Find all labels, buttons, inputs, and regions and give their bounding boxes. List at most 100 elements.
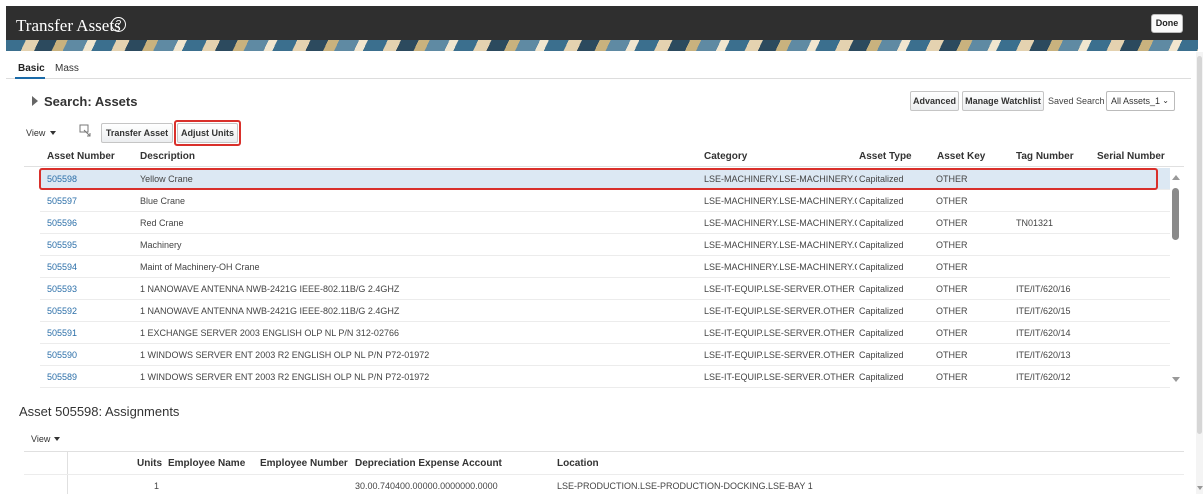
asset-key: OTHER <box>936 350 968 360</box>
asset-description: Machinery <box>140 240 182 250</box>
header-banner <box>6 40 1198 51</box>
saved-search-label: Saved Search <box>1048 96 1105 106</box>
tag-number: ITE/IT/620/13 <box>1016 350 1071 360</box>
tag-number: TN01321 <box>1016 218 1054 228</box>
asset-category: LSE-MACHINERY.LSE-MACHINERY.OTHER <box>704 262 857 272</box>
table-row[interactable]: 505592 1 NANOWAVE ANTENNA NWB-2421G IEEE… <box>40 300 1170 322</box>
table-row[interactable]: 505596 Red Crane LSE-MACHINERY.LSE-MACHI… <box>40 212 1170 234</box>
asset-description: 1 EXCHANGE SERVER 2003 ENGLISH OLP NL P/… <box>140 328 399 338</box>
adjust-units-highlight <box>174 120 241 146</box>
asset-number-link[interactable]: 505591 <box>47 322 77 344</box>
asset-category: LSE-MACHINERY.LSE-MACHINERY.OTHER <box>704 240 857 250</box>
asset-key: OTHER <box>936 240 968 250</box>
assignment-units: 1 <box>154 481 160 491</box>
column-header-depreciation-expense-account[interactable]: Depreciation Expense Account <box>355 458 502 469</box>
caret-down-icon[interactable] <box>54 437 60 441</box>
manage-watchlist-button[interactable]: Manage Watchlist <box>962 91 1044 111</box>
expand-caret-icon[interactable] <box>32 96 38 106</box>
page-scrollbar-thumb[interactable] <box>1197 56 1202 434</box>
asset-type: Capitalized <box>859 306 904 316</box>
tab-selected-indicator <box>15 77 45 79</box>
tab-basic[interactable]: Basic <box>18 63 45 74</box>
detach-icon[interactable] <box>79 124 92 137</box>
asset-type: Capitalized <box>859 350 904 360</box>
table-header-divider <box>24 474 1184 475</box>
asset-category: LSE-IT-EQUIP.LSE-SERVER.OTHER <box>704 372 855 382</box>
column-header-description[interactable]: Description <box>140 151 195 162</box>
caret-down-icon[interactable] <box>50 131 56 135</box>
asset-description: Maint of Machinery-OH Crane <box>140 262 260 272</box>
scrollbar-thumb[interactable] <box>1172 188 1179 240</box>
table-row[interactable]: 505589 1 WINDOWS SERVER ENT 2003 R2 ENGL… <box>40 366 1170 388</box>
asset-number-link[interactable]: 505595 <box>47 234 77 256</box>
asset-description: 1 WINDOWS SERVER ENT 2003 R2 ENGLISH OLP… <box>140 372 430 382</box>
asset-number-link[interactable]: 505592 <box>47 300 77 322</box>
asset-type: Capitalized <box>859 196 904 206</box>
column-divider <box>67 451 68 494</box>
column-header-tag-number[interactable]: Tag Number <box>1016 151 1074 162</box>
table-row[interactable]: 505593 1 NANOWAVE ANTENNA NWB-2421G IEEE… <box>40 278 1170 300</box>
help-circle-icon[interactable]: ? <box>111 17 126 32</box>
asset-type: Capitalized <box>859 372 904 382</box>
asset-category: LSE-MACHINERY.LSE-MACHINERY.OTHER <box>704 196 857 206</box>
asset-category: LSE-IT-EQUIP.LSE-SERVER.OTHER <box>704 350 855 360</box>
table-row[interactable]: 505595 Machinery LSE-MACHINERY.LSE-MACHI… <box>40 234 1170 256</box>
asset-type: Capitalized <box>859 218 904 228</box>
done-button[interactable]: Done <box>1151 14 1183 33</box>
asset-type: Capitalized <box>859 284 904 294</box>
asset-number-link[interactable]: 505590 <box>47 344 77 366</box>
tab-mass[interactable]: Mass <box>55 63 79 74</box>
view-menu[interactable]: View <box>26 128 45 138</box>
advanced-button[interactable]: Advanced <box>910 91 959 111</box>
table-row[interactable]: 505597 Blue Crane LSE-MACHINERY.LSE-MACH… <box>40 190 1170 212</box>
column-header-asset-number[interactable]: Asset Number <box>47 151 115 162</box>
asset-description: 1 WINDOWS SERVER ENT 2003 R2 ENGLISH OLP… <box>140 350 430 360</box>
asset-number-link[interactable]: 505589 <box>47 366 77 388</box>
assignments-view-menu[interactable]: View <box>31 434 50 444</box>
saved-search-select[interactable]: All Assets_1 ⌄ <box>1106 91 1175 111</box>
assets-table-body: 505598 Yellow Crane LSE-MACHINERY.LSE-MA… <box>40 168 1170 388</box>
column-header-employee-name[interactable]: Employee Name <box>168 458 245 469</box>
column-header-location[interactable]: Location <box>557 458 599 469</box>
page-scroll-down-arrow-icon[interactable] <box>1197 486 1203 490</box>
chevron-down-icon: ⌄ <box>1162 96 1169 105</box>
asset-number-link[interactable]: 505596 <box>47 212 77 234</box>
transfer-asset-button[interactable]: Transfer Asset <box>101 123 173 143</box>
asset-number-link[interactable]: 505593 <box>47 278 77 300</box>
tag-number: ITE/IT/620/12 <box>1016 372 1071 382</box>
asset-category: LSE-IT-EQUIP.LSE-SERVER.OTHER <box>704 328 855 338</box>
asset-key: OTHER <box>936 262 968 272</box>
asset-description: 1 NANOWAVE ANTENNA NWB-2421G IEEE-802.11… <box>140 284 400 294</box>
asset-type: Capitalized <box>859 262 904 272</box>
scroll-down-arrow-icon[interactable] <box>1172 377 1180 382</box>
table-row[interactable]: 505591 1 EXCHANGE SERVER 2003 ENGLISH OL… <box>40 322 1170 344</box>
assignments-title: Asset 505598: Assignments <box>19 404 180 419</box>
asset-key: OTHER <box>936 218 968 228</box>
asset-number-link[interactable]: 505594 <box>47 256 77 278</box>
asset-category: LSE-IT-EQUIP.LSE-SERVER.OTHER <box>704 284 855 294</box>
asset-type: Capitalized <box>859 328 904 338</box>
asset-key: OTHER <box>936 196 968 206</box>
column-header-asset-key[interactable]: Asset Key <box>937 151 985 162</box>
asset-category: LSE-MACHINERY.LSE-MACHINERY.OTHER <box>704 218 857 228</box>
column-header-employee-number[interactable]: Employee Number <box>260 458 348 469</box>
column-header-asset-type[interactable]: Asset Type <box>859 151 912 162</box>
asset-key: OTHER <box>936 306 968 316</box>
column-header-category[interactable]: Category <box>704 151 747 162</box>
asset-number-link[interactable]: 505597 <box>47 190 77 212</box>
tag-number: ITE/IT/620/16 <box>1016 284 1071 294</box>
saved-search-value: All Assets_1 <box>1111 96 1161 106</box>
table-row[interactable]: 505590 1 WINDOWS SERVER ENT 2003 R2 ENGL… <box>40 344 1170 366</box>
column-header-serial-number[interactable]: Serial Number <box>1097 151 1165 162</box>
table-row[interactable]: 505594 Maint of Machinery-OH Crane LSE-M… <box>40 256 1170 278</box>
page-title: Transfer Assets <box>16 16 121 35</box>
search-panel-title[interactable]: Search: Assets <box>44 94 137 109</box>
scroll-up-arrow-icon[interactable] <box>1172 175 1180 180</box>
tag-number: ITE/IT/620/15 <box>1016 306 1071 316</box>
selected-row-highlight <box>39 168 1158 190</box>
asset-key: OTHER <box>936 328 968 338</box>
column-header-units[interactable]: Units <box>137 458 162 469</box>
assignment-depreciation-account: 30.00.740400.00000.0000000.0000 <box>355 481 498 491</box>
table-header-divider <box>24 166 1184 167</box>
asset-description: Red Crane <box>140 218 184 228</box>
